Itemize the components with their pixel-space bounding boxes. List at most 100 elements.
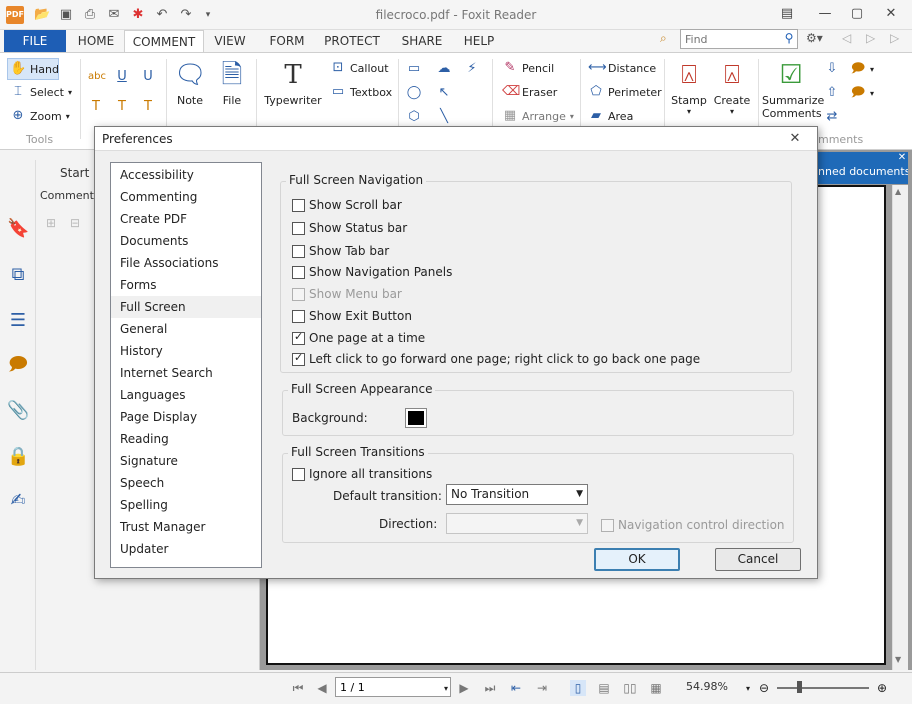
- next-view-icon[interactable]: ⇥: [534, 680, 550, 696]
- arrange-button[interactable]: ▦ Arrange ▾: [502, 108, 574, 124]
- click-navigation-checkbox[interactable]: [292, 351, 305, 366]
- category-full-screen[interactable]: Full Screen: [111, 296, 261, 318]
- oval-button[interactable]: ◯: [406, 85, 422, 101]
- show-scroll-bar-option[interactable]: Show Scroll bar: [292, 198, 402, 212]
- zoom-in-icon[interactable]: ⊕: [874, 680, 890, 696]
- pages-icon[interactable]: ⧉: [7, 264, 29, 286]
- typewriter-button[interactable]: T Typewriter: [264, 59, 322, 107]
- show-status-bar-option[interactable]: Show Status bar: [292, 221, 407, 235]
- category-internet-search[interactable]: Internet Search: [111, 362, 261, 384]
- scroll-up-icon[interactable]: ▲: [895, 187, 901, 196]
- comment-show-button[interactable]: 🗩 ▾: [850, 85, 874, 101]
- dialog-close-icon[interactable]: ✕: [785, 131, 805, 147]
- last-page-icon[interactable]: ⏭: [482, 680, 498, 696]
- insert-text-button[interactable]: T: [140, 99, 156, 115]
- next-page-icon[interactable]: ▶: [456, 680, 472, 696]
- tab-home[interactable]: HOME: [72, 30, 120, 52]
- facing-icon[interactable]: ▯▯: [622, 680, 638, 696]
- cloud-button[interactable]: ☁: [436, 61, 452, 77]
- category-trust-manager[interactable]: Trust Manager: [111, 516, 261, 538]
- close-window-icon[interactable]: ✕: [880, 5, 902, 23]
- strikeout-button[interactable]: T: [88, 99, 104, 115]
- category-accessibility[interactable]: Accessibility: [111, 164, 261, 186]
- category-create-pdf[interactable]: Create PDF: [111, 208, 261, 230]
- callout-button[interactable]: ⊡ Callout: [330, 60, 389, 76]
- tab-form[interactable]: FORM: [264, 30, 310, 52]
- pencil-button[interactable]: ✎ Pencil: [502, 60, 555, 76]
- scanned-documents-banner[interactable]: nned documents: [816, 152, 908, 184]
- find-options-icon[interactable]: ⌕: [660, 31, 676, 47]
- tab-share[interactable]: SHARE: [394, 30, 450, 52]
- comment-popup-button[interactable]: 🗩 ▾: [850, 61, 874, 77]
- category-reading[interactable]: Reading: [111, 428, 261, 450]
- show-exit-button-checkbox[interactable]: [292, 309, 305, 323]
- fdf-button[interactable]: ⇄: [824, 109, 840, 125]
- import-comments-button[interactable]: ⇩: [824, 61, 840, 77]
- expand-all-icon[interactable]: ⊞: [46, 216, 56, 230]
- layers-icon[interactable]: ☰: [7, 310, 29, 332]
- tab-file[interactable]: FILE: [4, 30, 66, 52]
- polyline-button[interactable]: ⚡: [464, 61, 480, 77]
- show-status-bar-checkbox[interactable]: [292, 221, 305, 235]
- textbox-button[interactable]: ▭ Textbox: [330, 84, 392, 100]
- ignore-transitions-checkbox[interactable]: [292, 467, 305, 481]
- create-button[interactable]: ⍓ Create ▾: [712, 59, 752, 116]
- minimize-icon[interactable]: —: [814, 5, 836, 23]
- previous-page-icon[interactable]: ◀: [314, 680, 330, 696]
- category-general[interactable]: General: [111, 318, 261, 340]
- background-color-picker[interactable]: [405, 408, 427, 428]
- tab-view[interactable]: VIEW: [208, 30, 252, 52]
- page-number-input[interactable]: [335, 677, 451, 697]
- show-navigation-panels-checkbox[interactable]: [292, 265, 305, 279]
- continuous-facing-icon[interactable]: ▦: [648, 680, 664, 696]
- category-documents[interactable]: Documents: [111, 230, 261, 252]
- export-comments-button[interactable]: ⇧: [824, 85, 840, 101]
- stamp-button[interactable]: ⍓ Stamp ▾: [670, 59, 708, 116]
- single-page-icon[interactable]: ▯: [570, 680, 586, 696]
- show-scroll-bar-checkbox[interactable]: [292, 198, 305, 212]
- zoom-button[interactable]: ⊕ Zoom ▾: [10, 108, 70, 124]
- summarize-comments-button[interactable]: ☑ Summarize Comments: [762, 59, 824, 120]
- show-tab-bar-option[interactable]: Show Tab bar: [292, 244, 389, 258]
- first-page-icon[interactable]: ⏮: [290, 680, 306, 696]
- scroll-down-icon[interactable]: ▼: [895, 655, 901, 664]
- area-button[interactable]: ▰ Area: [588, 108, 633, 124]
- category-languages[interactable]: Languages: [111, 384, 261, 406]
- zoom-out-icon[interactable]: ⊖: [756, 680, 772, 696]
- ribbon-options-icon[interactable]: ▤: [776, 5, 798, 23]
- one-page-at-a-time-checkbox[interactable]: [292, 330, 305, 345]
- zoom-slider-thumb[interactable]: [797, 681, 802, 693]
- search-icon[interactable]: ⚲: [781, 31, 797, 47]
- replace-text-button[interactable]: T: [114, 99, 130, 115]
- one-page-at-a-time-option[interactable]: One page at a time: [292, 330, 425, 345]
- attachments-icon[interactable]: 📎: [7, 400, 29, 422]
- arrow-button[interactable]: ↖: [436, 85, 452, 101]
- category-updater[interactable]: Updater: [111, 538, 261, 560]
- forward-page-icon[interactable]: ▷: [890, 31, 899, 45]
- select-button[interactable]: ⌶ Select ▾: [10, 84, 72, 100]
- show-tab-bar-checkbox[interactable]: [292, 244, 305, 258]
- highlight-text-button[interactable]: abc: [88, 69, 106, 85]
- category-file-associations[interactable]: File Associations: [111, 252, 261, 274]
- previous-view-icon[interactable]: ⇤: [508, 680, 524, 696]
- line-button[interactable]: ╲: [436, 109, 452, 125]
- distance-button[interactable]: ⟷ Distance: [588, 60, 656, 76]
- tab-comment[interactable]: COMMENT: [124, 30, 204, 53]
- vertical-scrollbar[interactable]: ▲ ▼: [892, 185, 908, 670]
- hand-button[interactable]: ✋ Hand: [7, 58, 59, 80]
- click-navigation-option[interactable]: Left click to go forward one page; right…: [292, 351, 700, 366]
- category-commenting[interactable]: Commenting: [111, 186, 261, 208]
- back-arrow-icon[interactable]: ◁: [842, 31, 851, 45]
- page-dropdown-icon[interactable]: ▾: [438, 681, 454, 697]
- tab-protect[interactable]: PROTECT: [320, 30, 384, 52]
- zoom-dropdown-icon[interactable]: ▾: [740, 681, 756, 697]
- underline-button[interactable]: U: [114, 69, 130, 85]
- eraser-button[interactable]: ⌫ Eraser: [502, 84, 557, 100]
- perimeter-button[interactable]: ⬠ Perimeter: [588, 84, 661, 100]
- cancel-button[interactable]: Cancel: [715, 548, 801, 571]
- category-page-display[interactable]: Page Display: [111, 406, 261, 428]
- show-navigation-panels-option[interactable]: Show Navigation Panels: [292, 265, 452, 279]
- category-signature[interactable]: Signature: [111, 450, 261, 472]
- maximize-icon[interactable]: ▢: [846, 5, 868, 23]
- zoom-slider-track[interactable]: [777, 687, 869, 689]
